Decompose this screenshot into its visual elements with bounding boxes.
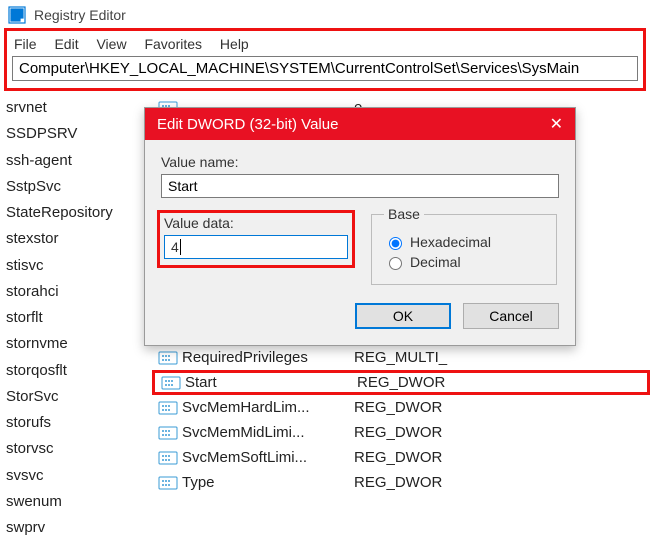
tree-item[interactable]: SstpSvc [6, 174, 152, 200]
tree-item[interactable]: swenum [6, 489, 152, 515]
tree-item[interactable]: storufs [6, 410, 152, 436]
base-legend: Base [384, 206, 424, 222]
value-name: SvcMemMidLimi... [182, 424, 354, 441]
tree-item[interactable]: StorSvc [6, 384, 152, 410]
value-type: REG_DWOR [354, 424, 650, 441]
menubar: File Edit View Favorites Help [8, 32, 642, 56]
value-type: REG_DWOR [354, 474, 650, 491]
tree-item[interactable]: StateRepository [6, 200, 152, 226]
ok-button[interactable]: OK [355, 303, 451, 329]
value-row[interactable]: SvcMemHardLim...REG_DWOR [152, 395, 650, 420]
tree-item[interactable]: stisvc [6, 253, 152, 279]
value-type: REG_DWOR [357, 374, 647, 391]
tree-item[interactable]: storvsc [6, 436, 152, 462]
value-data-field[interactable]: 4 [164, 235, 348, 259]
radio-dec[interactable]: Decimal [384, 254, 544, 270]
base-group: Base Hexadecimal Decimal [371, 206, 557, 285]
menu-help[interactable]: Help [220, 36, 249, 52]
radio-hex[interactable]: Hexadecimal [384, 234, 544, 250]
value-row[interactable]: StartREG_DWOR [152, 370, 650, 395]
highlight-value-data: Value data: 4 [157, 210, 355, 268]
value-data-label: Value data: [164, 215, 348, 231]
menu-edit[interactable]: Edit [54, 36, 78, 52]
address-bar[interactable] [12, 56, 638, 81]
dialog-title: Edit DWORD (32-bit) Value [157, 116, 338, 133]
menu-favorites[interactable]: Favorites [144, 36, 202, 52]
value-row[interactable]: TypeREG_DWOR [152, 470, 650, 495]
value-name: Type [182, 474, 354, 491]
edit-dword-dialog: Edit DWORD (32-bit) Value ✕ Value name: … [144, 107, 576, 346]
radio-dec-input[interactable] [389, 257, 402, 270]
app-icon [8, 6, 26, 24]
highlight-address-area: File Edit View Favorites Help [4, 28, 646, 91]
window-title: Registry Editor [34, 7, 126, 23]
tree-item[interactable]: storahci [6, 279, 152, 305]
tree-view[interactable]: srvnetSSDPSRVssh-agentSstpSvcStateReposi… [0, 91, 152, 532]
tree-item[interactable]: stornvme [6, 331, 152, 357]
tree-item[interactable]: svsvc [6, 463, 152, 489]
value-type: REG_MULTI_ [354, 349, 650, 366]
value-row[interactable]: RequiredPrivilegesREG_MULTI_ [152, 345, 650, 370]
value-row[interactable]: SvcMemMidLimi...REG_DWOR [152, 420, 650, 445]
value-type: REG_DWOR [354, 399, 650, 416]
tree-item[interactable]: storqosflt [6, 358, 152, 384]
tree-item[interactable]: stexstor [6, 226, 152, 252]
value-name: SvcMemSoftLimi... [182, 449, 354, 466]
value-name: SvcMemHardLim... [182, 399, 354, 416]
radio-hex-input[interactable] [389, 237, 402, 250]
tree-item[interactable]: swprv [6, 515, 152, 541]
value-row[interactable]: SvcMemSoftLimi...REG_DWOR [152, 445, 650, 470]
value-name-label: Value name: [161, 154, 559, 170]
menu-view[interactable]: View [96, 36, 126, 52]
cancel-button[interactable]: Cancel [463, 303, 559, 329]
tree-item[interactable]: ssh-agent [6, 148, 152, 174]
value-name: RequiredPrivileges [182, 349, 354, 366]
tree-item[interactable]: srvnet [6, 95, 152, 121]
tree-item[interactable]: SSDPSRV [6, 121, 152, 147]
close-icon[interactable]: ✕ [550, 114, 563, 134]
value-type: REG_DWOR [354, 449, 650, 466]
value-name: Start [185, 374, 357, 391]
menu-file[interactable]: File [14, 36, 37, 52]
tree-item[interactable]: storflt [6, 305, 152, 331]
dialog-titlebar: Edit DWORD (32-bit) Value ✕ [145, 108, 575, 140]
value-name-field[interactable] [161, 174, 559, 198]
window-titlebar: Registry Editor [0, 0, 650, 28]
